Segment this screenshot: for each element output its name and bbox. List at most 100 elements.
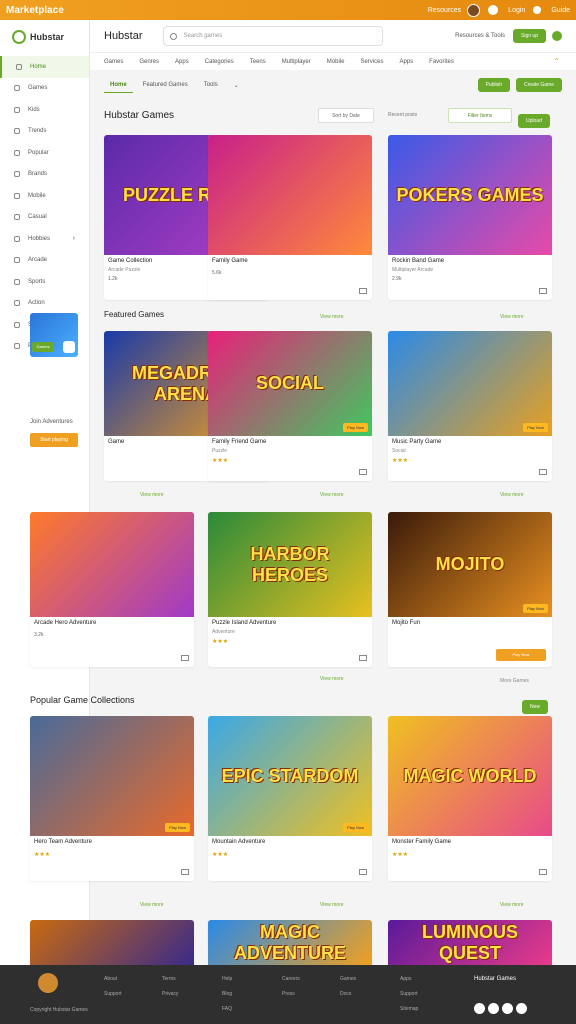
facebook-icon[interactable] — [474, 1003, 485, 1014]
game-thumbnail[interactable] — [30, 512, 194, 617]
sidebar-item-brands[interactable]: Brands — [0, 164, 89, 186]
tab-home[interactable]: Home — [104, 78, 133, 93]
menu-item[interactable]: Apps — [175, 59, 189, 65]
footer-link[interactable]: Games — [340, 976, 356, 982]
view-more-link[interactable]: View more — [500, 902, 524, 908]
footer-link[interactable]: Docs — [340, 991, 356, 997]
game-card[interactable]: Arcade Hero Adventure 3.2k — [30, 512, 194, 667]
logo[interactable]: Hubstar — [0, 20, 89, 54]
bell-icon[interactable] — [488, 5, 499, 15]
view-more-link[interactable]: View more — [320, 314, 344, 320]
footer-link[interactable]: Blog — [222, 991, 232, 997]
footer-link[interactable]: Careers — [282, 976, 300, 982]
game-title[interactable]: Mojito Fun — [388, 617, 552, 629]
view-more-link[interactable]: View more — [140, 492, 164, 498]
play-badge[interactable]: Play Now — [343, 423, 368, 432]
share-icon[interactable] — [359, 655, 367, 661]
sidebar-item-games[interactable]: Games — [0, 78, 89, 100]
top-link-resources[interactable]: Resources — [428, 7, 461, 14]
menu-item[interactable]: Favorites — [429, 59, 454, 65]
game-card[interactable]: HARBOR HEROES Puzzle Island Adventure Adve… — [208, 512, 372, 667]
play-badge[interactable]: Play Now — [523, 423, 548, 432]
game-thumbnail[interactable]: EPIC STARDOM Play Now — [208, 716, 372, 836]
game-card[interactable]: SOCIAL Play Now Family Friend Game Puzzle ★★… — [208, 331, 372, 481]
game-card[interactable]: LUMINOUS QUEST — [388, 920, 552, 965]
game-thumbnail[interactable]: HARBOR HEROES — [208, 512, 372, 617]
footer-link[interactable]: Sitemap — [400, 1006, 418, 1012]
game-card[interactable]: MAGIC WORLD Monster Family Game ★★★ — [388, 716, 552, 881]
sidebar-item-kids[interactable]: Kids — [0, 99, 89, 121]
game-card[interactable]: Family Game 5.6k — [208, 135, 372, 300]
share-icon[interactable] — [359, 288, 367, 294]
game-card[interactable]: Play Now Music Party Game Social ★★★ — [388, 331, 552, 481]
chevron-down-icon[interactable]: ⌄ — [228, 78, 245, 93]
menu-item[interactable]: Services — [360, 59, 383, 65]
game-thumbnail[interactable]: MAGIC ADVENTURE — [208, 920, 372, 965]
game-thumbnail[interactable]: POKERS GAMES — [388, 135, 552, 255]
game-card[interactable]: MAGIC ADVENTURE — [208, 920, 372, 965]
menu-item[interactable]: Categories — [205, 59, 234, 65]
menu-item[interactable]: Games — [104, 59, 123, 65]
footer-link[interactable]: Support — [104, 991, 122, 997]
footer-link[interactable]: FAQ — [222, 1006, 232, 1012]
share-icon[interactable] — [359, 469, 367, 475]
footer-link[interactable]: Press — [282, 991, 300, 997]
share-icon[interactable] — [359, 869, 367, 875]
menu-item[interactable]: Teens — [250, 59, 266, 65]
share-icon[interactable] — [539, 469, 547, 475]
instagram-icon[interactable] — [502, 1003, 513, 1014]
sidebar-cta-button[interactable]: Start playing — [30, 433, 78, 447]
twitter-icon[interactable] — [488, 1003, 499, 1014]
menu-item[interactable]: Multiplayer — [282, 59, 311, 65]
footer-link[interactable]: Privacy — [162, 991, 178, 997]
game-card[interactable]: POKERS GAMES Rockin Band Game Multiplayer … — [388, 135, 552, 300]
play-badge[interactable]: Play Now — [523, 604, 548, 613]
game-title[interactable]: Mountain Adventure — [208, 836, 372, 848]
game-title[interactable]: Hero Team Adventure — [30, 836, 194, 848]
sidebar-item-arcade[interactable]: Arcade — [0, 250, 89, 272]
signup-button[interactable]: Sign up — [513, 29, 546, 43]
sidebar-item-mobile[interactable]: Mobile — [0, 185, 89, 207]
game-title[interactable]: Music Party Game — [388, 436, 552, 448]
view-more-link[interactable]: View more — [140, 902, 164, 908]
user-icon[interactable] — [533, 6, 542, 14]
view-more-link[interactable]: View more — [500, 492, 524, 498]
view-more-link[interactable]: View more — [320, 492, 344, 498]
game-thumbnail[interactable]: SOCIAL Play Now — [208, 331, 372, 436]
game-thumbnail[interactable]: Play Now — [30, 716, 194, 836]
sidebar-item-trends[interactable]: Trends — [0, 121, 89, 143]
game-thumbnail[interactable] — [30, 920, 194, 965]
footer-link[interactable]: Apps — [400, 976, 418, 982]
game-card[interactable]: Play Now Hero Team Adventure ★★★ — [30, 716, 194, 881]
upload-button[interactable]: Upload — [518, 114, 550, 128]
menu-item[interactable]: Genres — [139, 59, 159, 65]
share-icon[interactable] — [539, 288, 547, 294]
footer-link[interactable]: Terms — [162, 976, 178, 982]
game-title[interactable]: Family Friend Game — [208, 436, 372, 448]
game-title[interactable]: Monster Family Game — [388, 836, 552, 848]
avatar[interactable] — [467, 3, 481, 17]
share-icon[interactable] — [181, 869, 189, 875]
game-title[interactable]: Family Game — [208, 255, 372, 267]
sidebar-item-popular[interactable]: Popular — [0, 142, 89, 164]
view-more-link[interactable]: View more — [320, 676, 344, 682]
view-more-link[interactable]: View more — [500, 314, 524, 320]
top-link-guide[interactable]: Guide — [551, 7, 570, 14]
game-thumbnail[interactable]: LUMINOUS QUEST — [388, 920, 552, 965]
view-more-link[interactable]: View more — [320, 902, 344, 908]
footer-link[interactable]: Help — [222, 976, 232, 982]
toggle-icon[interactable] — [552, 31, 562, 41]
play-badge[interactable]: Play Now — [165, 823, 190, 832]
new-button[interactable]: New — [522, 700, 549, 714]
promo-tile[interactable]: Games — [30, 313, 78, 357]
footer-link[interactable]: Support — [400, 991, 418, 997]
tab-featured[interactable]: Featured Games — [137, 78, 194, 92]
sidebar-item-sports[interactable]: Sports — [0, 271, 89, 293]
top-link-login[interactable]: Login — [508, 7, 525, 14]
game-title[interactable]: Arcade Hero Adventure — [30, 617, 194, 629]
menu-item[interactable]: Apps — [399, 59, 413, 65]
game-thumbnail[interactable] — [208, 135, 372, 255]
filter-button[interactable]: Filter Items — [448, 108, 512, 123]
search-input[interactable]: Search games — [162, 26, 383, 46]
sidebar-item-action[interactable]: Action — [0, 293, 89, 315]
